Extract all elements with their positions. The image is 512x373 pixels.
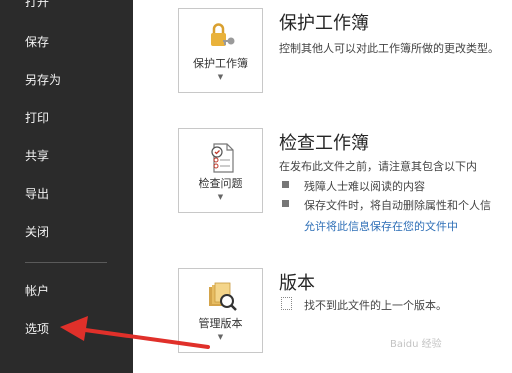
chevron-down-icon: ▼ (217, 193, 224, 201)
nav-open[interactable]: 打开 (25, 0, 49, 9)
inspect-bullet-accessibility: 残障人士难以阅读的内容 (304, 180, 425, 193)
nav-save[interactable]: 保存 (25, 35, 49, 49)
nav-export[interactable]: 导出 (25, 187, 49, 201)
nav-print[interactable]: 打印 (25, 111, 49, 125)
inspect-document-icon (211, 143, 234, 173)
info-panel: 保护工作簿 ▼ 保护工作簿 控制其他人可以对此工作簿所做的更改类型。 检查问题 … (133, 0, 512, 373)
inspect-description: 在发布此文件之前，请注意其包含以下内 (279, 160, 477, 173)
manage-versions-button[interactable]: 管理版本 ▼ (178, 268, 263, 353)
bullet-square (282, 200, 289, 207)
document-icon (281, 297, 292, 310)
backstage-sidebar: 打开 保存 另存为 打印 共享 导出 关闭 帐户 选项 (0, 0, 133, 373)
chevron-down-icon: ▼ (217, 333, 224, 341)
protect-workbook-button[interactable]: 保护工作簿 ▼ (178, 8, 263, 93)
chevron-down-icon: ▼ (217, 73, 224, 81)
nav-close[interactable]: 关闭 (25, 225, 49, 239)
allow-save-info-link[interactable]: 允许将此信息保存在您的文件中 (304, 218, 458, 234)
nav-share[interactable]: 共享 (25, 149, 49, 163)
protect-button-label: 保护工作簿 (193, 57, 248, 70)
nav-account[interactable]: 帐户 (25, 284, 49, 298)
watermark: Baidu 经验 (390, 339, 442, 350)
protect-title: 保护工作簿 (279, 13, 369, 34)
inspect-button-label: 检查问题 (198, 177, 243, 190)
versions-title: 版本 (279, 273, 315, 294)
bullet-square (282, 181, 289, 188)
inspect-issues-button[interactable]: 检查问题 ▼ (178, 128, 263, 213)
nav-divider (25, 262, 107, 263)
protect-description: 控制其他人可以对此工作簿所做的更改类型。 (279, 42, 499, 55)
inspect-bullet-properties: 保存文件时，将自动删除属性和个人信 (304, 199, 491, 212)
nav-save-as[interactable]: 另存为 (25, 73, 61, 87)
manage-versions-icon (209, 282, 237, 311)
lock-key-icon (211, 23, 235, 46)
nav-options[interactable]: 选项 (25, 322, 49, 336)
versions-button-label: 管理版本 (198, 317, 243, 330)
versions-description: 找不到此文件的上一个版本。 (304, 299, 447, 312)
inspect-title: 检查工作簿 (279, 133, 369, 154)
